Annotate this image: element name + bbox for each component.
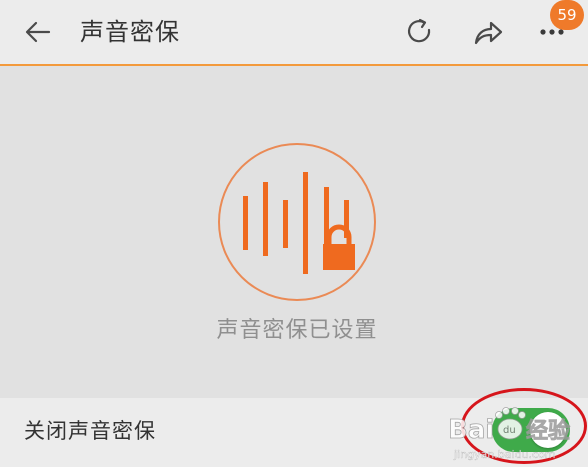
voice-security-screen: 声音密保 59 声音密保已设置 关闭声音密保 Bai 经验 jingyan.ba…: [0, 0, 588, 467]
status-message: 声音密保已设置: [216, 318, 378, 343]
toggle-knob: [530, 412, 566, 448]
page-title: 声音密保: [80, 18, 180, 46]
back-button[interactable]: [18, 14, 58, 50]
refresh-icon: [407, 18, 431, 43]
setting-row-disable-voice-security: 关闭声音密保: [0, 398, 588, 467]
share-button[interactable]: [468, 14, 508, 50]
app-header: 声音密保 59: [0, 0, 588, 64]
notification-badge[interactable]: 59: [550, 0, 584, 30]
share-icon: [474, 21, 503, 45]
voice-security-toggle[interactable]: [492, 408, 570, 452]
voice-lock-icon: [218, 143, 376, 301]
setting-label: 关闭声音密保: [24, 419, 156, 443]
arrow-left-icon: [25, 21, 51, 43]
refresh-button[interactable]: [400, 14, 440, 50]
